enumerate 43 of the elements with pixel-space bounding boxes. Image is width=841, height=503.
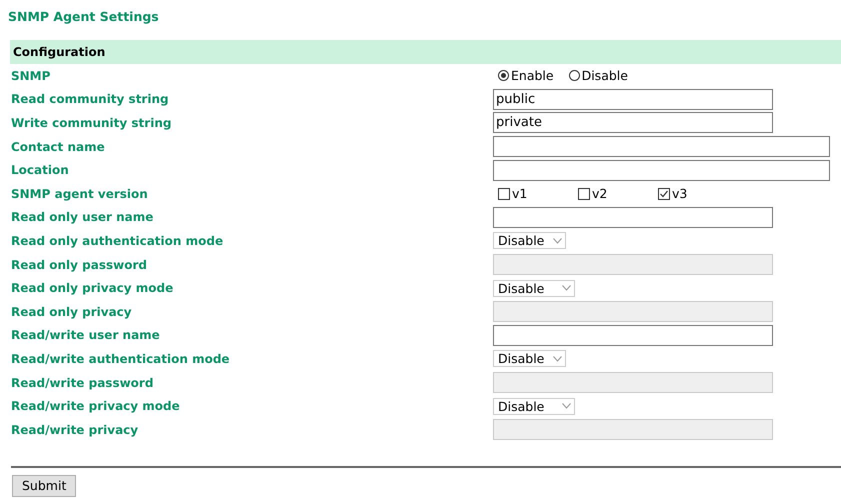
field-label: SNMP agent version [11, 186, 149, 201]
field-label: Read only password [11, 258, 148, 272]
dropdown[interactable]: Disable [493, 232, 566, 250]
radio-label[interactable]: Disable [582, 68, 628, 84]
dropdown[interactable]: Disable [493, 350, 566, 368]
dropdown[interactable]: Disable [493, 398, 575, 415]
field-label: Read only authentication mode [11, 234, 224, 248]
field-label: Read/write authentication mode [11, 352, 231, 366]
text-field[interactable] [493, 206, 773, 228]
page-title: SNMP Agent Settings [8, 8, 160, 25]
checkbox[interactable] [658, 188, 670, 200]
submit-button[interactable]: Submit [12, 474, 76, 496]
chevron-down-icon [553, 356, 562, 362]
radio-label[interactable]: Enable [511, 68, 554, 84]
checkbox-label[interactable]: v1 [512, 186, 528, 202]
field-label: Read only privacy mode [11, 281, 174, 296]
text-field[interactable] [493, 160, 830, 181]
radio-button[interactable] [568, 70, 580, 82]
radio-button[interactable] [498, 70, 509, 82]
field-label: Read only privacy [11, 304, 133, 319]
text-field[interactable] [493, 324, 773, 346]
text-field[interactable]: private [493, 112, 773, 134]
field-label: Read community string [11, 92, 170, 106]
chevron-down-icon [562, 403, 571, 410]
dropdown[interactable]: Disable [493, 280, 575, 297]
section-header: Configuration [10, 40, 841, 64]
field-label: SNMP [11, 68, 52, 83]
text-field[interactable] [493, 136, 830, 158]
field-label: Read/write password [11, 376, 154, 390]
checkbox[interactable] [498, 188, 510, 200]
field-label: Read/write privacy [11, 422, 140, 437]
field-label: Read/write user name [11, 328, 161, 342]
checkbox-label[interactable]: v3 [672, 186, 688, 202]
chevron-down-icon [553, 238, 562, 244]
checkbox[interactable] [578, 188, 590, 200]
checkbox-label[interactable]: v2 [592, 186, 608, 202]
field-label: Location [11, 163, 70, 178]
field-label: Write community string [11, 116, 172, 130]
field-label: Read only user name [11, 210, 154, 224]
chevron-down-icon [562, 285, 571, 292]
text-field[interactable]: public [493, 88, 773, 110]
field-label: Read/write privacy mode [11, 399, 181, 414]
field-label: Contact name [11, 140, 106, 154]
